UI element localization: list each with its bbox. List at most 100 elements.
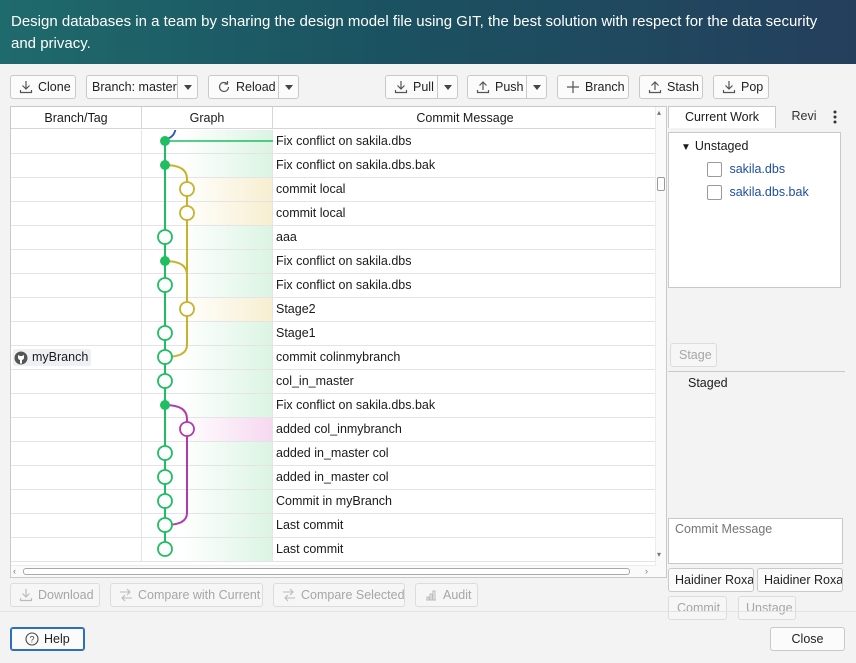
file-checkbox[interactable] <box>707 185 722 201</box>
commit-row[interactable]: Fix conflict on sakila.dbs <box>11 274 657 298</box>
author-name-field[interactable]: Haidiner Roxa <box>668 568 754 592</box>
unstaged-label: Unstaged <box>694 139 749 153</box>
commit-row[interactable]: Fix conflict on sakila.dbs <box>11 250 657 274</box>
help-button[interactable]: ? Help <box>10 627 85 651</box>
branch-select[interactable]: Branch: master <box>86 75 198 99</box>
commit-row[interactable]: aaa <box>11 226 657 250</box>
new-branch-button[interactable]: Branch <box>557 75 629 99</box>
header-text: Design databases in a team by sharing th… <box>11 13 818 52</box>
chevron-down-icon[interactable] <box>526 76 546 98</box>
commit-row[interactable]: Fix conflict on sakila.dbs.bak <box>11 394 657 418</box>
commit-row[interactable]: col_in_master <box>11 370 657 394</box>
commit-row[interactable]: Stage2 <box>11 298 657 322</box>
tab-current-work[interactable]: Current Work <box>668 106 776 128</box>
footer-divider <box>0 611 856 612</box>
graph-node <box>157 517 173 533</box>
branch-tag-cell <box>11 226 142 249</box>
commit-message: Stage2 <box>276 302 316 316</box>
more-options-icon[interactable] <box>828 106 842 128</box>
commit-graph <box>157 130 273 557</box>
unstaged-file-item[interactable]: sakila.dbs.bak <box>707 184 809 201</box>
commit-button[interactable]: Commit <box>668 596 727 620</box>
tab-review[interactable]: Revi <box>780 106 828 128</box>
compare-icon <box>119 588 133 602</box>
horizontal-scroll-thumb[interactable] <box>23 568 630 575</box>
download-icon <box>19 588 33 602</box>
commit-row[interactable]: added in_master col <box>11 442 657 466</box>
help-label: Help <box>44 632 70 646</box>
compare-with-current-label: Compare with Current <box>138 588 261 602</box>
branch-tag-cell <box>11 298 142 321</box>
stage-button[interactable]: Stage <box>670 343 717 367</box>
commit-message: added col_inmybranch <box>276 422 402 436</box>
unstaged-file-item[interactable]: sakila.dbs <box>707 161 785 178</box>
close-button[interactable]: Close <box>770 627 845 651</box>
branch-tag-cell: myBranch <box>11 346 142 369</box>
clone-button[interactable]: Clone <box>10 75 76 99</box>
commit-message: commit local <box>276 206 346 220</box>
scroll-left-icon[interactable]: ‹ <box>13 566 16 577</box>
graph-node <box>157 325 173 341</box>
reload-label: Reload <box>236 80 276 94</box>
scroll-right-icon[interactable]: › <box>645 566 648 577</box>
staged-label: Staged <box>688 376 728 390</box>
stash-button[interactable]: Stash <box>639 75 703 99</box>
unstage-button[interactable]: Unstage <box>738 596 796 620</box>
commit-grid[interactable]: Branch/Tag Graph Commit Message Fix conf… <box>10 106 667 578</box>
commit-row[interactable]: Fix conflict on sakila.dbs.bak <box>11 154 657 178</box>
pop-button[interactable]: Pop <box>713 75 769 99</box>
file-name[interactable]: sakila.dbs <box>729 162 785 176</box>
commit-row[interactable]: added in_master col <box>11 466 657 490</box>
clone-label: Clone <box>38 80 71 94</box>
branch-tag-cell <box>11 490 142 513</box>
download-button[interactable]: Download <box>10 583 100 607</box>
branch-name: myBranch <box>32 350 89 364</box>
compare-selected-button[interactable]: Compare Selected <box>273 583 405 607</box>
horizontal-scrollbar[interactable]: ‹ › <box>11 565 657 577</box>
compare-with-current-button[interactable]: Compare with Current <box>110 583 263 607</box>
scroll-down-icon[interactable]: ▾ <box>657 551 665 559</box>
chevron-down-icon[interactable] <box>177 76 197 98</box>
vertical-scrollbar[interactable]: ▴ ▾ <box>655 107 666 577</box>
column-header-message[interactable]: Commit Message <box>273 107 657 129</box>
chevron-down-icon[interactable] <box>278 76 298 98</box>
stash-icon <box>648 80 662 94</box>
file-checkbox[interactable] <box>707 162 722 178</box>
commit-row[interactable]: commit local <box>11 202 657 226</box>
scroll-thumb[interactable] <box>657 177 665 191</box>
push-label: Push <box>495 80 524 94</box>
pull-button[interactable]: Pull <box>385 75 458 99</box>
commit-row[interactable]: Stage1 <box>11 322 657 346</box>
push-button[interactable]: Push <box>467 75 547 99</box>
unstaged-node[interactable]: ▼ Unstaged <box>681 138 748 155</box>
column-header-graph[interactable]: Graph <box>142 107 273 129</box>
commit-row[interactable]: Last commit <box>11 514 657 538</box>
author-email-field[interactable]: Haidiner Roxa <box>757 568 843 592</box>
branch-tag-cell <box>11 370 142 393</box>
chevron-down-icon[interactable] <box>437 76 457 98</box>
commit-message-input[interactable] <box>668 518 843 564</box>
commit-message: Last commit <box>276 518 344 532</box>
commit-row[interactable]: Commit in myBranch <box>11 490 657 514</box>
file-name[interactable]: sakila.dbs.bak <box>729 185 808 199</box>
commit-row[interactable]: myBranch commit colinmybranch <box>11 346 657 370</box>
commit-row[interactable]: commit local <box>11 178 657 202</box>
reload-button[interactable]: Reload <box>208 75 299 99</box>
branch-label[interactable]: myBranch <box>13 349 92 366</box>
commit-message: commit colinmybranch <box>276 350 401 364</box>
collapse-arrow-icon[interactable]: ▼ <box>681 142 691 153</box>
scroll-up-icon[interactable]: ▴ <box>657 109 665 117</box>
divider <box>668 371 845 372</box>
commit-row[interactable]: Last commit <box>11 538 657 562</box>
column-header-branch[interactable]: Branch/Tag <box>11 107 142 129</box>
commit-row[interactable]: Fix conflict on sakila.dbs <box>11 130 657 154</box>
github-icon <box>14 351 28 364</box>
graph-node-merge <box>160 136 170 146</box>
audit-button[interactable]: Audit <box>415 583 478 607</box>
help-icon: ? <box>25 632 39 646</box>
graph-node <box>157 373 173 389</box>
commit-row[interactable]: added col_inmybranch <box>11 418 657 442</box>
unstaged-tree[interactable]: ▼ Unstaged sakila.dbs sakila.dbs.bak <box>668 132 841 288</box>
graph-node <box>157 541 173 557</box>
plus-icon <box>566 80 580 94</box>
